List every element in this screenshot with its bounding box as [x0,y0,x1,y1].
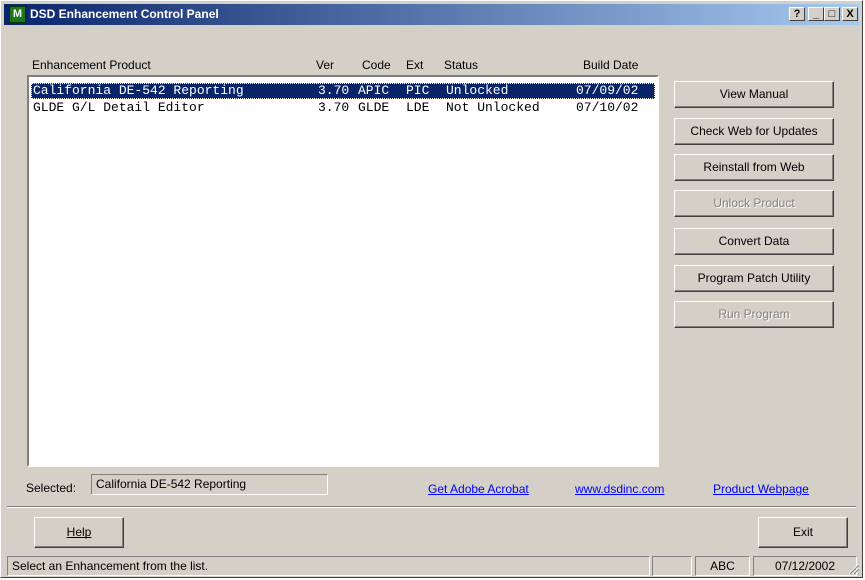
header-build-date[interactable]: Build Date [583,58,638,72]
header-ext[interactable]: Ext [406,58,423,72]
status-date: 07/12/2002 [753,556,857,576]
status-message: Select an Enhancement from the list. [7,556,650,576]
close-button[interactable]: X [842,7,858,21]
version: 3.70 [318,100,350,115]
separator [7,506,856,508]
window-title: DSD Enhancement Control Panel [30,7,219,21]
product-webpage-link[interactable]: Product Webpage [713,482,809,496]
unlock-product-button[interactable]: Unlock Product [674,190,834,217]
list-item[interactable]: GLDE G/L Detail Editor 3.70 GLDE LDE Not… [31,100,655,116]
list-item[interactable]: California DE-542 Reporting 3.70 APIC PI… [31,83,655,99]
build-date: 07/09/02 [576,83,639,98]
selected-field: California DE-542 Reporting [91,474,328,495]
check-web-updates-button[interactable]: Check Web for Updates [674,118,834,145]
enhancement-list[interactable]: California DE-542 Reporting 3.70 APIC PI… [27,75,659,467]
minimize-button[interactable]: _ [808,7,824,21]
status: Unlocked [446,83,509,98]
convert-data-button[interactable]: Convert Data [674,228,834,255]
help-context-button[interactable]: ? [789,7,805,21]
header-code[interactable]: Code [362,58,391,72]
status: Not Unlocked [446,100,540,115]
code: GLDE [358,100,390,115]
product-name: California DE-542 Reporting [33,83,244,98]
resize-grip-icon[interactable] [848,563,860,575]
header-ver[interactable]: Ver [316,58,334,72]
status-panel-empty [652,556,692,576]
code: APIC [358,83,390,98]
header-enhancement-product[interactable]: Enhancement Product [32,58,151,72]
exit-button-label: Exit [792,525,813,539]
exit-button[interactable]: Exit [758,517,848,548]
header-status[interactable]: Status [444,58,478,72]
version: 3.70 [318,83,350,98]
status-mode: ABC [695,556,750,576]
get-adobe-acrobat-link[interactable]: Get Adobe Acrobat [428,482,529,496]
title-bar[interactable]: M DSD Enhancement Control Panel ? _ □ X [4,4,859,25]
ext: LDE [406,100,430,115]
reinstall-from-web-button[interactable]: Reinstall from Web [674,154,834,181]
help-button[interactable]: Help [34,517,124,548]
selected-label: Selected: [26,481,77,495]
dsdinc-website-link[interactable]: www.dsdinc.com [575,482,664,496]
run-program-button[interactable]: Run Program [674,301,834,328]
program-patch-utility-button[interactable]: Program Patch Utility [674,265,834,292]
product-name: GLDE G/L Detail Editor [33,100,205,115]
build-date: 07/10/02 [576,100,639,115]
ext: PIC [406,83,430,98]
help-button-label: Help [66,525,92,539]
view-manual-button[interactable]: View Manual [674,81,834,108]
app-icon: M [9,6,26,23]
maximize-button[interactable]: □ [824,7,840,21]
main-window: M DSD Enhancement Control Panel ? _ □ X … [0,0,863,578]
